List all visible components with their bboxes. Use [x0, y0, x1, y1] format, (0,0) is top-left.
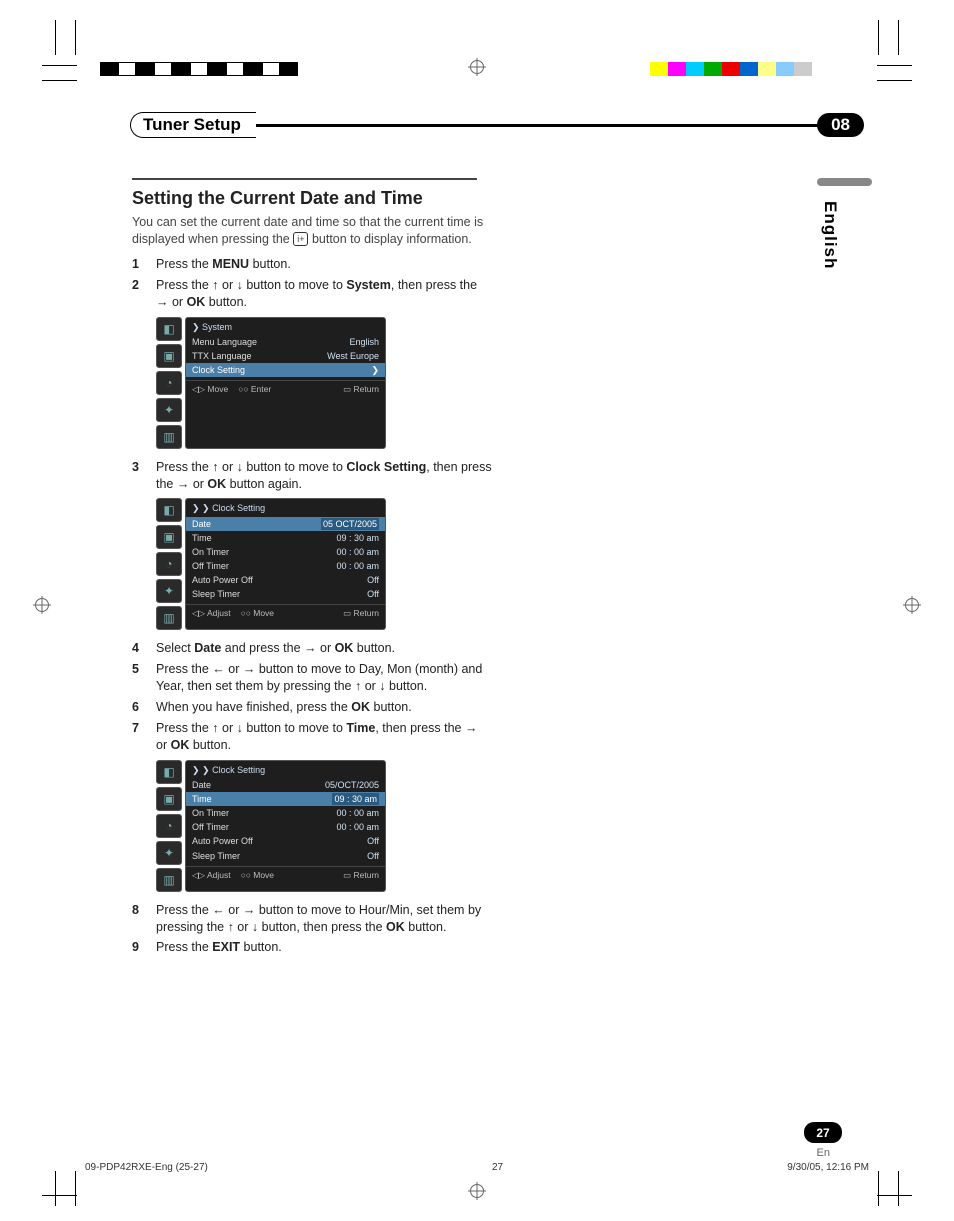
- osd-icon: ◧: [156, 760, 182, 784]
- osd-row: TTX LanguageWest Europe: [186, 349, 385, 363]
- osd-row: On Timer00 : 00 am: [186, 545, 385, 559]
- language-tab: English: [816, 190, 844, 280]
- osd-row: Time09 : 30 am: [186, 531, 385, 545]
- osd-clock-menu-date: ◧ ▣ ◔ ✦ ▥ ❯ ❯ Clock Setting Date05 OCT/2…: [156, 498, 386, 630]
- step-4: 4 Select Date and press the or OK button…: [132, 640, 492, 657]
- osd-icon: ◧: [156, 498, 182, 522]
- arrow-right-icon: [243, 662, 256, 676]
- steps-list: 3 Press the or button to move to Clock S…: [132, 459, 492, 493]
- osd-icon: ✦: [156, 841, 182, 865]
- osd-row: Clock Setting❯: [186, 363, 385, 377]
- crop-marks-bottom: [0, 1146, 954, 1206]
- subsection-heading: Setting the Current Date and Time: [132, 186, 492, 210]
- step-7: 7 Press the or button to move to Time, t…: [132, 720, 492, 754]
- osd-row: Auto Power OffOff: [186, 834, 385, 848]
- step-8: 8 Press the or button to move to Hour/Mi…: [132, 902, 492, 936]
- arrow-right-icon: [465, 721, 478, 735]
- osd-row: Off Timer00 : 00 am: [186, 559, 385, 573]
- osd-icon: ✦: [156, 579, 182, 603]
- page-number-pill: 27: [804, 1122, 842, 1143]
- arrow-left-icon: [212, 903, 225, 917]
- osd-icon: ▥: [156, 425, 182, 449]
- step-5: 5 Press the or button to move to Day, Mo…: [132, 661, 492, 695]
- arrow-right-icon: [177, 477, 190, 491]
- section-header: Tuner Setup 08: [130, 110, 864, 140]
- osd-row: Date05/OCT/2005: [186, 778, 385, 792]
- osd-row: Time09 : 30 am: [186, 792, 385, 806]
- osd-icon: ▣: [156, 525, 182, 549]
- content-column: Setting the Current Date and Time You ca…: [132, 178, 492, 960]
- step-1: 1 Press the MENU button.: [132, 256, 492, 273]
- osd-row: Off Timer00 : 00 am: [186, 820, 385, 834]
- crop-marks-top: [0, 20, 954, 80]
- arrow-right-icon: [243, 903, 256, 917]
- step-2: 2 Press the or button to move to System,…: [132, 277, 492, 311]
- registration-mark: [35, 598, 49, 612]
- osd-icon: ✦: [156, 398, 182, 422]
- osd-row: Sleep TimerOff: [186, 849, 385, 863]
- osd-system-menu: ◧ ▣ ◔ ✦ ▥ ❯ System Menu LanguageEnglishT…: [156, 317, 386, 449]
- osd-row: On Timer00 : 00 am: [186, 806, 385, 820]
- registration-mark: [905, 598, 919, 612]
- osd-icon: ▥: [156, 868, 182, 892]
- osd-icon: ◔: [156, 371, 182, 395]
- osd-icon: ◔: [156, 552, 182, 576]
- osd-row: Sleep TimerOff: [186, 587, 385, 601]
- chapter-number: 08: [817, 113, 864, 137]
- intro-text: You can set the current date and time so…: [132, 214, 492, 248]
- steps-list: 4 Select Date and press the or OK button…: [132, 640, 492, 753]
- steps-list: 8 Press the or button to move to Hour/Mi…: [132, 902, 492, 957]
- arrow-right-icon: [304, 641, 317, 655]
- arrow-left-icon: [212, 662, 225, 676]
- osd-clock-menu-time: ◧ ▣ ◔ ✦ ▥ ❯ ❯ Clock Setting Date05/OCT/2…: [156, 760, 386, 892]
- osd-row: Date05 OCT/2005: [186, 517, 385, 531]
- osd-icon: ▣: [156, 344, 182, 368]
- steps-list: 1 Press the MENU button. 2 Press the or …: [132, 256, 492, 311]
- info-icon: i+: [293, 232, 308, 246]
- osd-icon: ▥: [156, 606, 182, 630]
- osd-row: Auto Power OffOff: [186, 573, 385, 587]
- step-3: 3 Press the or button to move to Clock S…: [132, 459, 492, 493]
- step-6: 6 When you have finished, press the OK b…: [132, 699, 492, 716]
- osd-icon: ▣: [156, 787, 182, 811]
- step-9: 9 Press the EXIT button.: [132, 939, 492, 956]
- osd-row: Menu LanguageEnglish: [186, 335, 385, 349]
- osd-icon: ◔: [156, 814, 182, 838]
- arrow-right-icon: [156, 295, 169, 309]
- osd-icon: ◧: [156, 317, 182, 341]
- section-title: Tuner Setup: [130, 112, 256, 138]
